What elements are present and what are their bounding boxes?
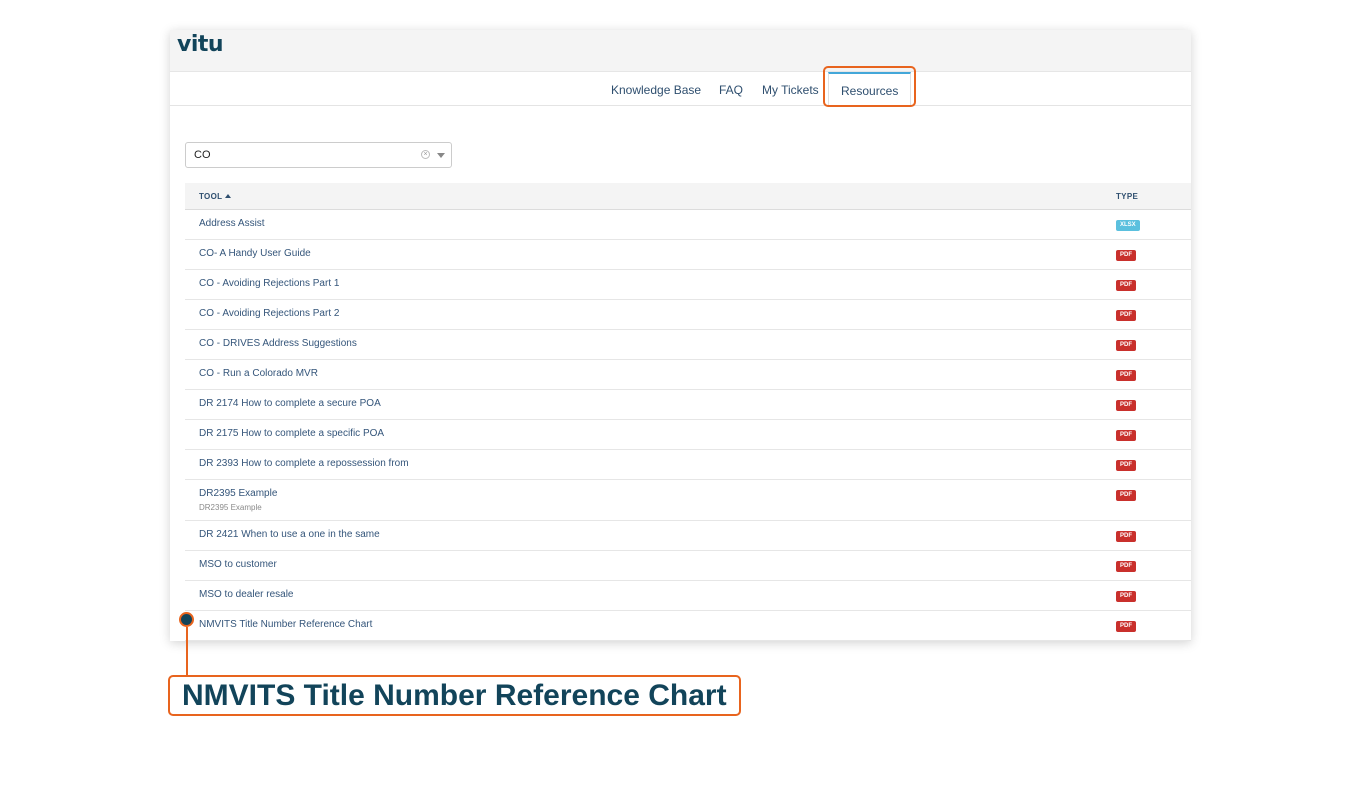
nav-tab-my-tickets[interactable]: My Tickets: [762, 72, 819, 105]
app-window: vitu Knowledge Base FAQ My Tickets Resou…: [170, 30, 1191, 641]
row-title[interactable]: CO- A Handy User Guide: [199, 248, 311, 259]
file-type-badge: PDF: [1116, 310, 1136, 321]
row-title[interactable]: NMVITS Title Number Reference Chart: [199, 619, 372, 630]
table-row[interactable]: Address Assist XLSX: [185, 210, 1191, 240]
row-title[interactable]: MSO to customer: [199, 559, 277, 570]
chevron-down-icon[interactable]: [437, 153, 445, 158]
column-header-type[interactable]: TYPE: [1116, 192, 1138, 201]
nav-tab-knowledge-base[interactable]: Knowledge Base: [611, 72, 701, 105]
table-row[interactable]: CO - DRIVES Address Suggestions PDF: [185, 330, 1191, 360]
nav-tab-faq[interactable]: FAQ: [719, 72, 743, 105]
table-row[interactable]: CO - Avoiding Rejections Part 1 PDF: [185, 270, 1191, 300]
file-type-badge: XLSX: [1116, 220, 1140, 231]
file-type-badge: PDF: [1116, 430, 1136, 441]
table-row[interactable]: DR 2174 How to complete a secure POA PDF: [185, 390, 1191, 420]
table-row[interactable]: CO - Avoiding Rejections Part 2 PDF: [185, 300, 1191, 330]
table-row[interactable]: DR 2175 How to complete a specific POA P…: [185, 420, 1191, 450]
vitu-logo[interactable]: vitu: [177, 32, 224, 57]
column-header-tool[interactable]: TOOL: [199, 192, 232, 201]
row-title[interactable]: CO - DRIVES Address Suggestions: [199, 338, 357, 349]
row-title[interactable]: CO - Avoiding Rejections Part 2: [199, 308, 339, 319]
row-marker-dot: [179, 612, 194, 627]
table-row[interactable]: MSO to customer PDF: [185, 551, 1191, 581]
file-type-badge: PDF: [1116, 490, 1136, 501]
file-type-badge: PDF: [1116, 531, 1136, 542]
file-type-badge: PDF: [1116, 561, 1136, 572]
resource-table-body: Address Assist XLSX CO- A Handy User Gui…: [185, 210, 1191, 641]
table-row[interactable]: DR 2421 When to use a one in the same PD…: [185, 521, 1191, 551]
file-type-badge: PDF: [1116, 250, 1136, 261]
row-title[interactable]: CO - Run a Colorado MVR: [199, 368, 318, 379]
top-bar: vitu: [170, 30, 1191, 72]
callout-connector-line: [186, 627, 188, 676]
table-row[interactable]: MSO to dealer resale PDF: [185, 581, 1191, 611]
file-type-badge: PDF: [1116, 280, 1136, 291]
row-title[interactable]: CO - Avoiding Rejections Part 1: [199, 278, 339, 289]
table-row[interactable]: DR2395 Example DR2395 Example PDF: [185, 480, 1191, 521]
row-title[interactable]: DR2395 Example: [199, 488, 277, 499]
callout-label: NMVITS Title Number Reference Chart: [168, 675, 741, 716]
row-title[interactable]: DR 2393 How to complete a repossession f…: [199, 458, 409, 469]
row-title[interactable]: Address Assist: [199, 218, 265, 229]
filter-select[interactable]: CO ×: [185, 142, 452, 168]
table-row[interactable]: CO- A Handy User Guide PDF: [185, 240, 1191, 270]
row-title[interactable]: DR 2175 How to complete a specific POA: [199, 428, 384, 439]
table-header: TOOL TYPE: [185, 183, 1191, 210]
file-type-badge: PDF: [1116, 340, 1136, 351]
resources-tab-highlight: [823, 66, 916, 107]
callout-text: NMVITS Title Number Reference Chart: [182, 679, 727, 712]
file-type-badge: PDF: [1116, 400, 1136, 411]
row-title[interactable]: DR 2421 When to use a one in the same: [199, 529, 380, 540]
table-row[interactable]: CO - Run a Colorado MVR PDF: [185, 360, 1191, 390]
row-title[interactable]: MSO to dealer resale: [199, 589, 294, 600]
row-subtitle: DR2395 Example: [199, 503, 262, 512]
file-type-badge: PDF: [1116, 370, 1136, 381]
file-type-badge: PDF: [1116, 591, 1136, 602]
file-type-badge: PDF: [1116, 460, 1136, 471]
nav-bar: Knowledge Base FAQ My Tickets Resources: [170, 72, 1191, 106]
file-type-badge: PDF: [1116, 621, 1136, 632]
table-row[interactable]: NMVITS Title Number Reference Chart PDF: [185, 611, 1191, 641]
clear-icon[interactable]: ×: [421, 150, 430, 159]
table-row[interactable]: DR 2393 How to complete a repossession f…: [185, 450, 1191, 480]
row-title[interactable]: DR 2174 How to complete a secure POA: [199, 398, 381, 409]
filter-value: CO: [194, 149, 211, 161]
sort-ascending-icon: [225, 194, 232, 198]
